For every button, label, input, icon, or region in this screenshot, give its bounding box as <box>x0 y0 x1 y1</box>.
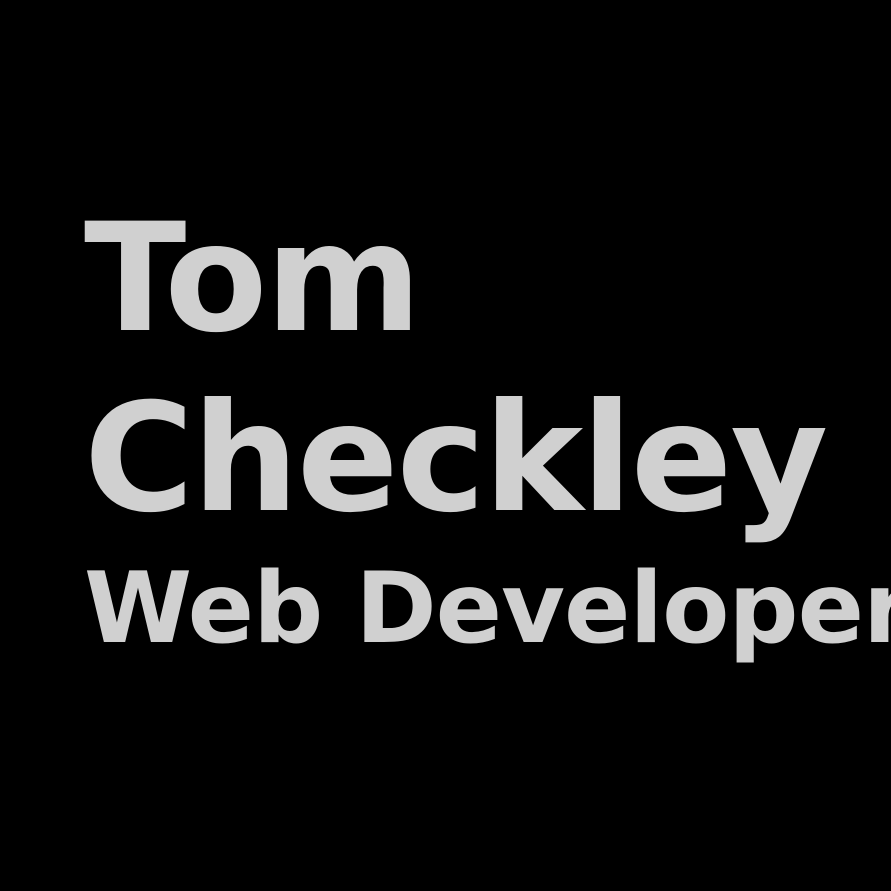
first-name-text: Tom <box>84 192 422 366</box>
role-text: Web Developer <box>84 552 891 666</box>
logo-canvas: Tom Checkley Web Developer <box>0 0 891 891</box>
last-name-text: Checkley <box>84 372 828 546</box>
